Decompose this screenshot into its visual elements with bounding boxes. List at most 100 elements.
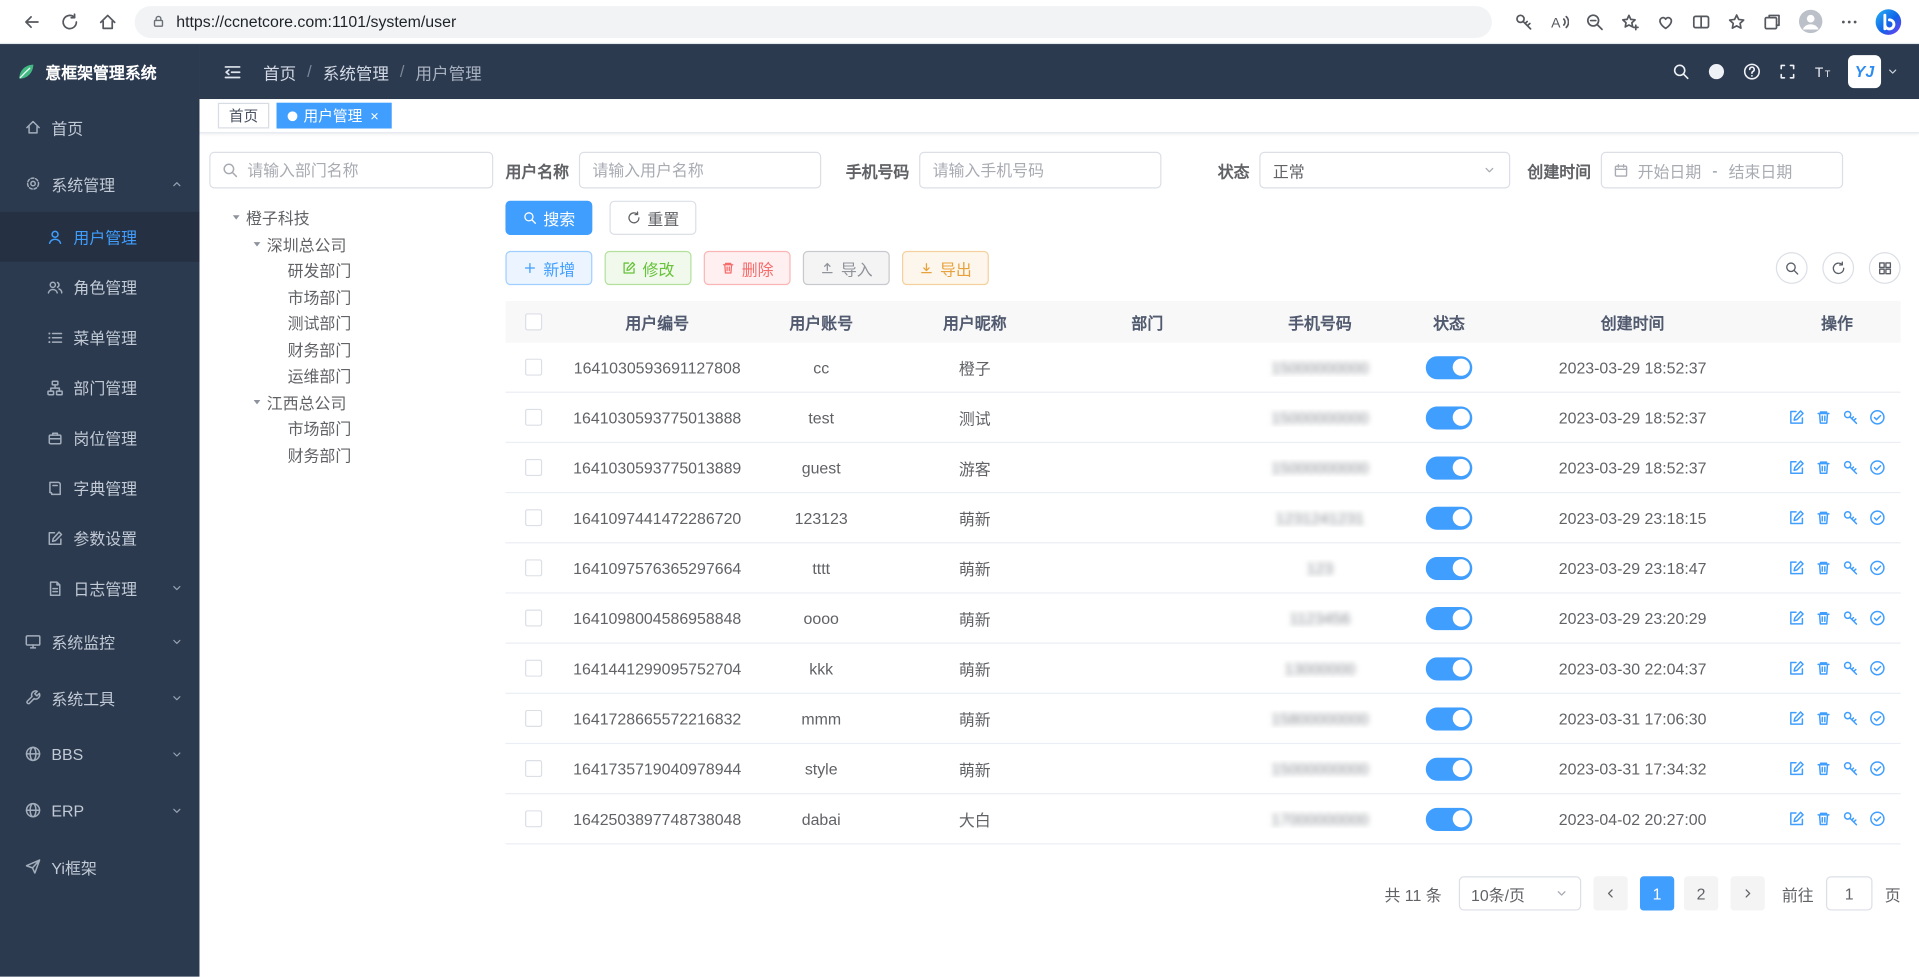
sidebar-item-首页[interactable]: 首页 <box>0 99 199 155</box>
delete-action-icon[interactable] <box>1815 459 1832 476</box>
sidebar-fold-icon[interactable] <box>223 62 243 82</box>
tool-search-icon[interactable] <box>1776 252 1808 284</box>
sidebar-item-部门管理[interactable]: 部门管理 <box>0 362 199 412</box>
dept-search-input[interactable] <box>209 152 493 189</box>
sidebar-item-ERP[interactable]: ERP <box>0 782 199 838</box>
edit-action-icon[interactable] <box>1788 459 1805 476</box>
row-checkbox[interactable] <box>524 609 541 626</box>
help-icon[interactable] <box>1743 62 1761 80</box>
reset-password-icon[interactable] <box>1842 609 1859 626</box>
edit-action-icon[interactable] <box>1788 810 1805 827</box>
back-icon[interactable] <box>22 12 42 32</box>
caret-down-icon[interactable] <box>247 237 267 250</box>
edit-button[interactable]: 修改 <box>605 251 692 285</box>
row-checkbox[interactable] <box>524 509 541 526</box>
key-icon[interactable] <box>1514 12 1534 32</box>
collections-icon[interactable] <box>1762 12 1782 32</box>
user-avatar[interactable]: YJ <box>1848 55 1881 88</box>
tree-node-财务部门[interactable]: 财务部门 <box>209 441 493 467</box>
status-toggle[interactable] <box>1426 606 1473 629</box>
tab-首页[interactable]: 首页 <box>218 103 269 129</box>
page-1[interactable]: 1 <box>1640 876 1674 910</box>
fullscreen-icon[interactable] <box>1778 62 1796 80</box>
row-checkbox[interactable] <box>524 459 541 476</box>
tool-grid-icon[interactable] <box>1869 252 1901 284</box>
row-checkbox[interactable] <box>524 409 541 426</box>
caret-down-icon[interactable] <box>226 211 246 224</box>
row-checkbox[interactable] <box>524 710 541 727</box>
tree-node-橙子科技[interactable]: 橙子科技 <box>209 204 493 230</box>
status-toggle[interactable] <box>1426 456 1473 479</box>
sidebar-item-岗位管理[interactable]: 岗位管理 <box>0 412 199 462</box>
edit-action-icon[interactable] <box>1788 559 1805 576</box>
status-toggle[interactable] <box>1426 506 1473 529</box>
caret-down-icon[interactable] <box>247 395 267 408</box>
assign-role-icon[interactable] <box>1869 760 1886 777</box>
delete-button[interactable]: 删除 <box>704 251 791 285</box>
reset-password-icon[interactable] <box>1842 760 1859 777</box>
sidebar-item-角色管理[interactable]: 角色管理 <box>0 262 199 312</box>
assign-role-icon[interactable] <box>1869 660 1886 677</box>
assign-role-icon[interactable] <box>1869 710 1886 727</box>
breadcrumb-item[interactable]: 系统管理 <box>323 59 389 83</box>
status-toggle[interactable] <box>1426 657 1473 680</box>
status-toggle[interactable] <box>1426 707 1473 730</box>
address-bar[interactable]: https://ccnetcore.com:1101/system/user <box>135 6 1492 38</box>
split-screen-icon[interactable] <box>1691 12 1711 32</box>
delete-action-icon[interactable] <box>1815 509 1832 526</box>
sidebar-item-字典管理[interactable]: 字典管理 <box>0 463 199 513</box>
tree-node-研发部门[interactable]: 研发部门 <box>209 257 493 283</box>
export-button[interactable]: 导出 <box>902 251 989 285</box>
delete-action-icon[interactable] <box>1815 559 1832 576</box>
reset-password-icon[interactable] <box>1842 409 1859 426</box>
refresh-icon[interactable] <box>60 12 80 32</box>
select-all-checkbox[interactable] <box>524 313 541 330</box>
favorites-icon[interactable] <box>1727 12 1747 32</box>
assign-role-icon[interactable] <box>1869 409 1886 426</box>
reset-password-icon[interactable] <box>1842 810 1859 827</box>
row-checkbox[interactable] <box>524 559 541 576</box>
assign-role-icon[interactable] <box>1869 609 1886 626</box>
reset-password-icon[interactable] <box>1842 559 1859 576</box>
row-checkbox[interactable] <box>524 359 541 376</box>
next-page-button[interactable] <box>1730 876 1764 910</box>
status-toggle[interactable] <box>1426 556 1473 579</box>
delete-action-icon[interactable] <box>1815 710 1832 727</box>
status-toggle[interactable] <box>1426 757 1473 780</box>
phone-input[interactable] <box>919 152 1161 189</box>
github-icon[interactable] <box>1707 62 1725 80</box>
tree-node-深圳总公司[interactable]: 深圳总公司 <box>209 231 493 257</box>
home-icon[interactable] <box>98 12 118 32</box>
sidebar-item-菜单管理[interactable]: 菜单管理 <box>0 312 199 362</box>
status-select[interactable]: 正常 <box>1259 152 1510 189</box>
sidebar-item-用户管理[interactable]: 用户管理 <box>0 212 199 262</box>
assign-role-icon[interactable] <box>1869 559 1886 576</box>
prev-page-button[interactable] <box>1593 876 1627 910</box>
more-icon[interactable] <box>1839 12 1859 32</box>
status-toggle[interactable] <box>1426 406 1473 429</box>
edit-action-icon[interactable] <box>1788 660 1805 677</box>
font-size-icon[interactable]: TT <box>1814 62 1832 80</box>
reset-password-icon[interactable] <box>1842 660 1859 677</box>
breadcrumb-item[interactable]: 首页 <box>263 59 296 83</box>
goto-page-input[interactable] <box>1826 876 1873 910</box>
delete-action-icon[interactable] <box>1815 660 1832 677</box>
zoom-out-icon[interactable] <box>1585 12 1605 32</box>
delete-action-icon[interactable] <box>1815 810 1832 827</box>
sidebar-item-Yi框架[interactable]: Yi框架 <box>0 838 199 894</box>
date-range-picker[interactable]: 开始日期 - 结束日期 <box>1601 152 1843 189</box>
avatar-caret-icon[interactable] <box>1886 65 1899 78</box>
tree-node-运维部门[interactable]: 运维部门 <box>209 362 493 388</box>
assign-role-icon[interactable] <box>1869 509 1886 526</box>
status-toggle[interactable] <box>1426 356 1473 379</box>
edit-action-icon[interactable] <box>1788 409 1805 426</box>
close-icon[interactable] <box>368 110 380 122</box>
delete-action-icon[interactable] <box>1815 609 1832 626</box>
page-2[interactable]: 2 <box>1684 876 1718 910</box>
reset-password-icon[interactable] <box>1842 710 1859 727</box>
copilot-icon[interactable] <box>1875 8 1902 35</box>
delete-action-icon[interactable] <box>1815 409 1832 426</box>
profile-avatar-icon[interactable] <box>1798 9 1824 35</box>
tree-node-测试部门[interactable]: 测试部门 <box>209 310 493 336</box>
tree-node-江西总公司[interactable]: 江西总公司 <box>209 389 493 415</box>
